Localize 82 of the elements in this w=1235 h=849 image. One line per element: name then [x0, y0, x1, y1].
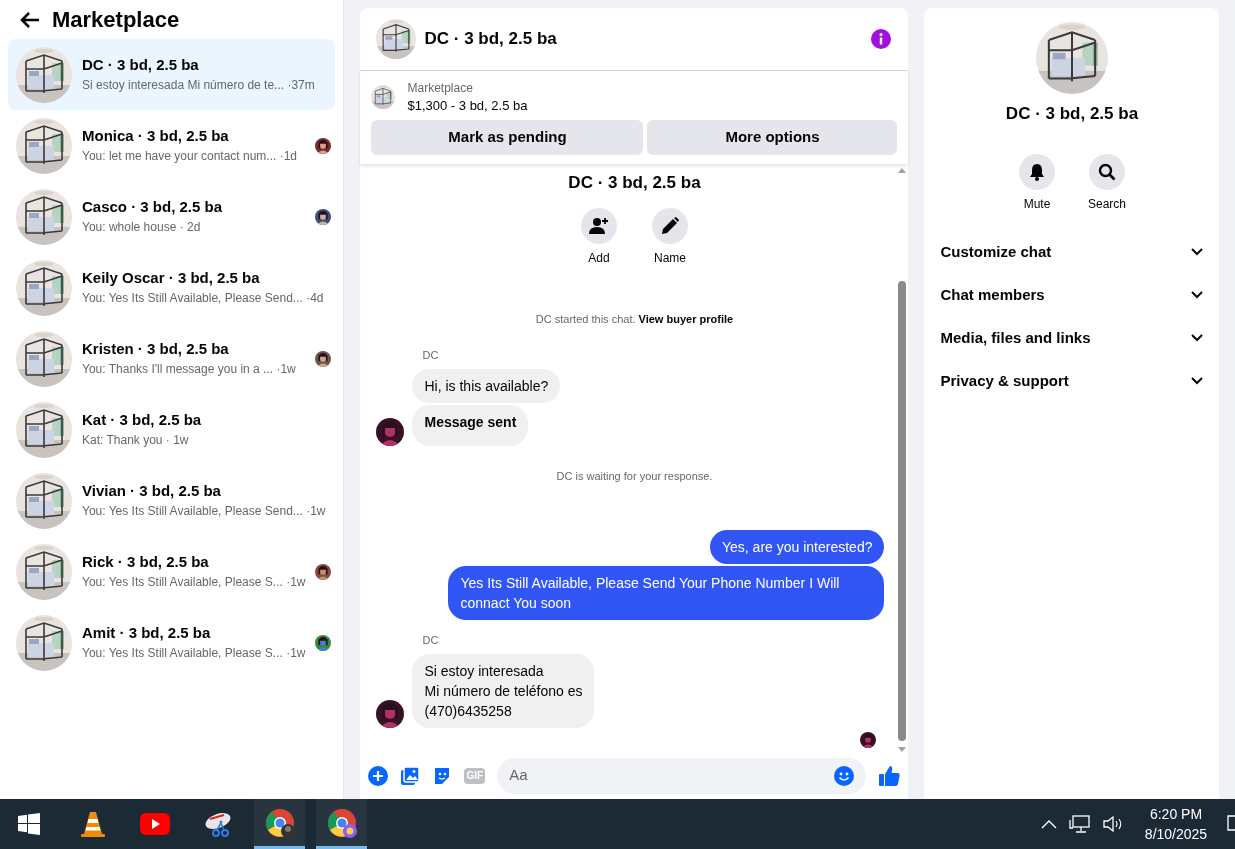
- chat-notice: DC started this chat. View buyer profile: [534, 311, 735, 327]
- conversation-item[interactable]: DC · 3 bd, 2.5 ba Si estoy interesada Mi número de te... ·37m: [8, 39, 336, 110]
- add-button[interactable]: [581, 207, 617, 244]
- clock-date[interactable]: 8/10/2025: [1144, 824, 1208, 844]
- message-preview: You: Yes Its Still Available, Please S... ·1w: [82, 644, 306, 662]
- section-label: Privacy & support: [940, 370, 1069, 391]
- message-bubble: Yes, are you interested?: [710, 530, 885, 564]
- sender-name: DC: [422, 633, 440, 648]
- name-button[interactable]: [652, 207, 688, 244]
- message-bubble: Yes Its Still Available, Please Send Your Phone Number I Will connact You soon: [448, 566, 885, 620]
- action-label: Name: [653, 249, 686, 267]
- app-icon[interactable]: [263, 806, 296, 839]
- search-icon: [1098, 162, 1116, 181]
- chat-title: DC · 3 bd, 2.5 ba: [424, 28, 558, 51]
- sender-name: DC: [422, 348, 440, 363]
- conversation-name: Rick · 3 bd, 2.5 ba: [82, 551, 210, 572]
- message-bubble: Hi, is this available?: [412, 368, 561, 403]
- chevron-icon[interactable]: [1191, 291, 1204, 299]
- chat-notice: DC is waiting for your response.: [555, 468, 714, 484]
- message-preview: Kat: Thank you · 1w: [82, 431, 190, 449]
- chevron-icon[interactable]: [1191, 377, 1204, 385]
- play-icon[interactable]: [140, 813, 170, 835]
- contact-title: DC · 3 bd, 2.5 ba: [1005, 103, 1139, 125]
- chevron-icon[interactable]: [1191, 248, 1204, 256]
- app-icon[interactable]: [325, 806, 358, 839]
- section-row[interactable]: Privacy & support: [932, 359, 1212, 403]
- info-icon[interactable]: [870, 28, 893, 50]
- thumbs-up-icon[interactable]: [878, 764, 901, 787]
- taskbar-app[interactable]: [316, 799, 367, 849]
- conversation-name: Amit · 3 bd, 2.5 ba: [82, 622, 212, 643]
- action-label: Search: [1087, 195, 1126, 213]
- message-preview: Si estoy interesada Mi número de te... ·37m: [82, 76, 316, 94]
- add-person-icon: [589, 215, 609, 236]
- conversation-name: DC · 3 bd, 2.5 ba: [82, 54, 200, 75]
- section-label: Chat members: [940, 284, 1045, 305]
- pencil-icon: [660, 215, 680, 236]
- network-icon[interactable]: [1069, 815, 1091, 833]
- emoji-icon[interactable]: [834, 765, 855, 786]
- buyer-profile-link[interactable]: View buyer profile: [638, 312, 734, 325]
- section-label: Customize chat: [940, 241, 1052, 262]
- sidebar-title: Marketplace: [52, 6, 180, 34]
- bell-icon: [1028, 162, 1046, 181]
- message-input[interactable]: Aa: [509, 764, 835, 787]
- conversation-name: Kat · 3 bd, 2.5 ba: [82, 409, 203, 430]
- windows-icon[interactable]: [18, 813, 40, 835]
- section-label: Media, files and links: [940, 327, 1091, 348]
- taskbar-app[interactable]: [254, 799, 305, 849]
- action-label: Add: [588, 249, 610, 267]
- action-button[interactable]: Mark as pending: [371, 120, 644, 155]
- chevron-up-icon[interactable]: [1041, 819, 1057, 829]
- message-field[interactable]: Aa: [497, 757, 867, 794]
- photo-icon[interactable]: [400, 765, 421, 786]
- action-button[interactable]: More options: [647, 120, 898, 155]
- message-preview: You: whole house · 2d: [82, 218, 202, 236]
- conversation-name: Monica · 3 bd, 2.5 ba: [82, 125, 230, 146]
- message-preview: You: Yes Its Still Available, Please S... ·1w: [82, 573, 306, 591]
- traffic-cone-icon[interactable]: [80, 810, 106, 838]
- section-row[interactable]: Media, files and links: [932, 316, 1212, 360]
- mute-button[interactable]: [1019, 153, 1055, 190]
- conversation-name: Kristen · 3 bd, 2.5 ba: [82, 338, 230, 359]
- chat-intro-title: DC · 3 bd, 2.5 ba: [568, 172, 701, 194]
- back-arrow-icon[interactable]: [20, 10, 40, 29]
- section-row[interactable]: Chat members: [932, 273, 1212, 317]
- clock-time[interactable]: 6:20 PM: [1149, 804, 1203, 824]
- message-preview: You: Yes Its Still Available, Please Send... ·4d: [82, 289, 325, 307]
- conversation-name: Vivian · 3 bd, 2.5 ba: [82, 480, 222, 501]
- search-button[interactable]: [1089, 153, 1125, 190]
- listing-source: Marketplace: [407, 80, 474, 97]
- conversation-name: Keily Oscar · 3 bd, 2.5 ba: [82, 267, 261, 288]
- listing-summary: $1,300 - 3 bd, 2.5 ba: [407, 97, 528, 115]
- message-preview: You: Thanks I'll message you in a ... ·1w: [82, 360, 297, 378]
- notification-icon[interactable]: [1227, 815, 1235, 833]
- conversation-name: Casco · 3 bd, 2.5 ba: [82, 196, 224, 217]
- message-preview: You: let me have your contact num... ·1d: [82, 147, 298, 165]
- speaker-icon[interactable]: [1103, 815, 1123, 833]
- plus-icon[interactable]: [368, 765, 389, 786]
- action-label: Mute: [1023, 195, 1051, 213]
- section-row[interactable]: Customize chat: [932, 230, 1212, 274]
- message-bubble: Si estoy interesada Mi número de teléfono es (470)6435258: [412, 653, 595, 728]
- chevron-icon[interactable]: [1191, 334, 1204, 342]
- message-preview: You: Yes Its Still Available, Please Send... ·1w: [82, 502, 327, 520]
- message-bubble: Message sent: [412, 404, 529, 446]
